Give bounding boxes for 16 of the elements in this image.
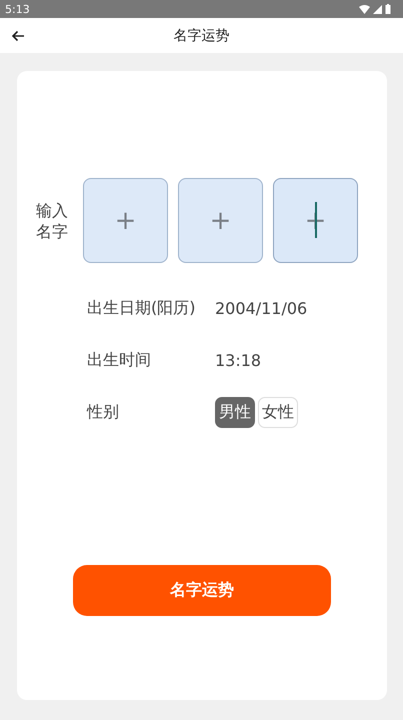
page-title: 名字运势 <box>174 26 230 44</box>
battery-icon <box>385 4 391 14</box>
status-time: 5:13 <box>5 2 30 16</box>
name-character-field[interactable]: + <box>178 178 263 263</box>
signal-icon <box>373 4 382 14</box>
gender-option[interactable]: 女性 <box>258 396 298 428</box>
name-label: 输入名字 <box>36 200 69 242</box>
field-value[interactable]: 2004/11/06 <box>215 298 308 318</box>
gender-option[interactable]: 男性 <box>215 396 255 428</box>
field-label: 出生日期(阳历) <box>87 298 196 318</box>
wifi-icon <box>359 4 370 14</box>
field-value[interactable]: 13:18 <box>215 350 262 370</box>
name-character-field[interactable]: + <box>83 178 168 263</box>
gender-label: 性别 <box>87 402 120 422</box>
back-arrow-icon[interactable] <box>11 30 25 42</box>
field-label: 出生时间 <box>87 350 152 370</box>
